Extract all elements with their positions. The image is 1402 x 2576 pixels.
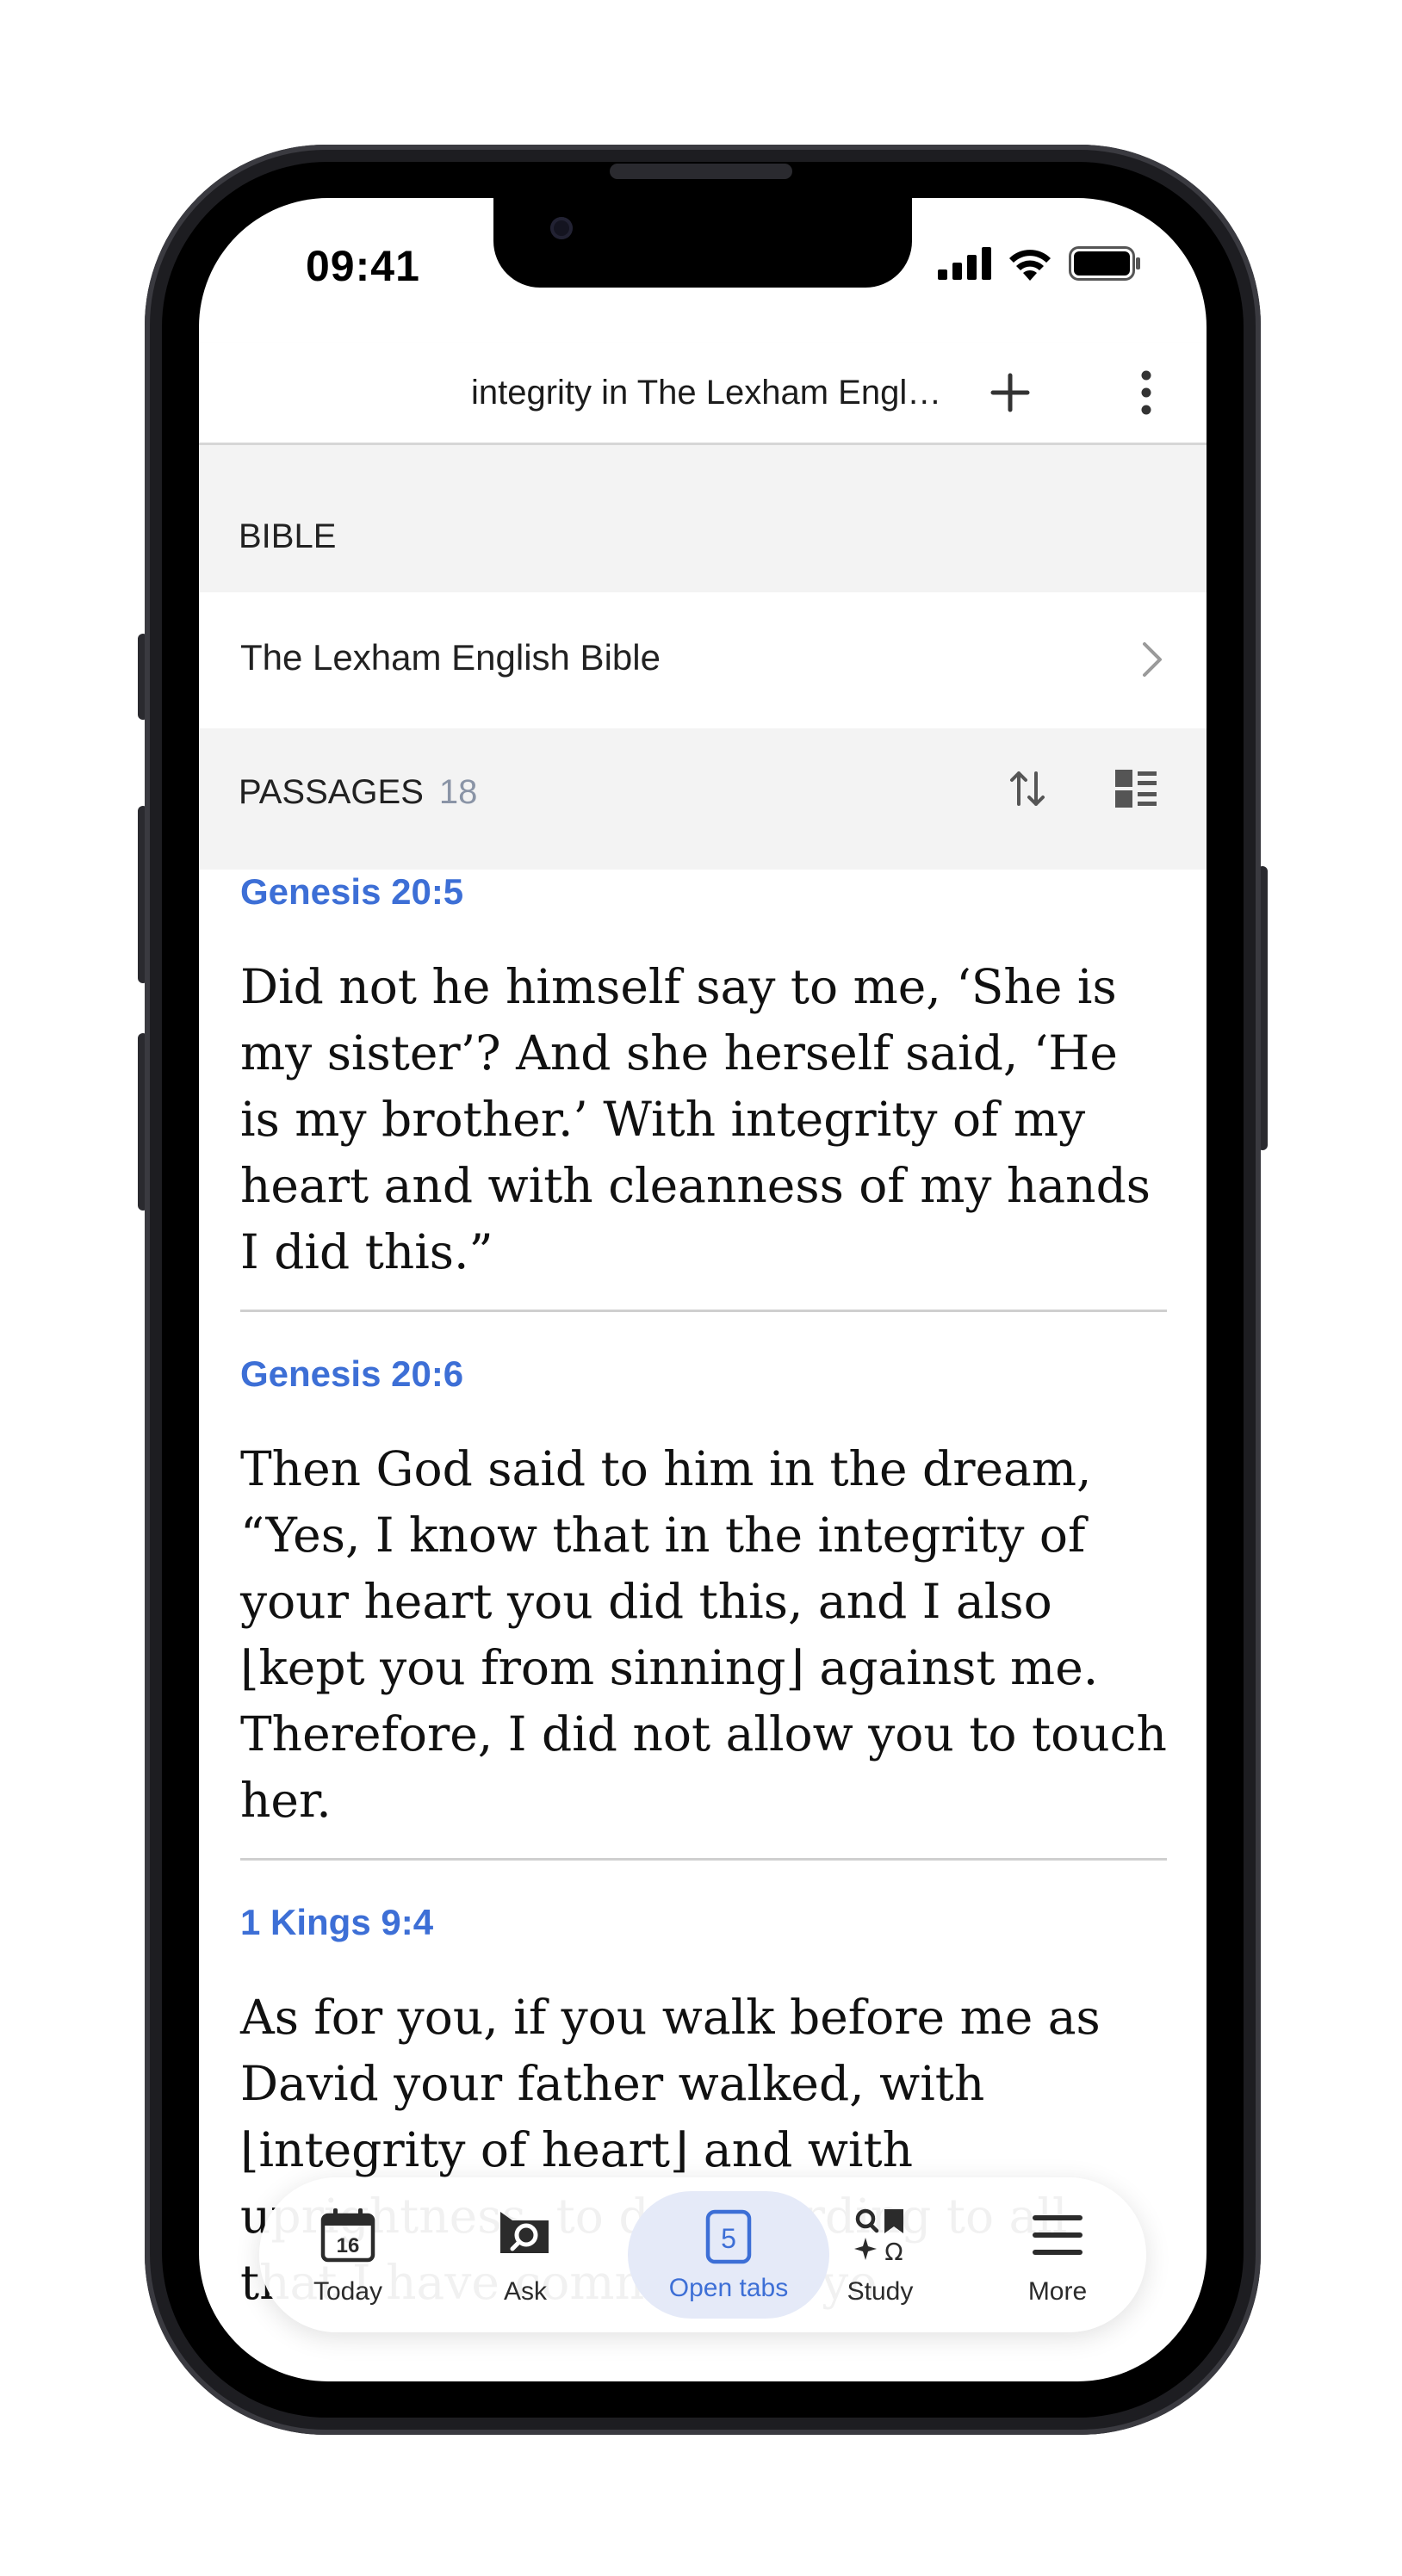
bottom-nav: 16 Today Ask 5 Open tabs Ω Study More xyxy=(259,2177,1146,2332)
screen: 09:41 integrity in The Lexham Engl… BIBL… xyxy=(199,198,1207,2381)
bible-section-label: BIBLE xyxy=(239,517,337,555)
passages-count: 18 xyxy=(438,773,478,811)
sort-icon[interactable] xyxy=(1003,765,1052,813)
battery-icon xyxy=(1069,246,1140,281)
notch xyxy=(493,198,912,288)
calendar-icon: 16 xyxy=(320,2208,375,2263)
passage-reference[interactable]: 1 Kings 9:4 xyxy=(240,1902,1167,1943)
passages-label: PASSAGES xyxy=(239,773,424,811)
status-icons xyxy=(938,246,1141,281)
nav-ask-label: Ask xyxy=(503,2277,547,2306)
status-time: 09:41 xyxy=(306,242,420,290)
nav-today-label: Today xyxy=(313,2277,383,2306)
bible-selector[interactable]: The Lexham English Bible xyxy=(199,592,1207,728)
ask-search-icon xyxy=(500,2212,549,2253)
layout-toggle-icon[interactable] xyxy=(1112,765,1160,813)
calendar-day: 16 xyxy=(337,2234,360,2257)
passage-list: Genesis 20:5 Did not he himself say to m… xyxy=(240,871,1167,2381)
passage-reference[interactable]: Genesis 20:6 xyxy=(240,1353,1167,1395)
more-options-icon[interactable] xyxy=(1119,365,1174,420)
bible-section-header: BIBLE xyxy=(199,445,1207,592)
open-tabs-icon: 5 xyxy=(705,2209,752,2264)
wifi-icon xyxy=(1009,250,1051,281)
passages-section-label: PASSAGES 18 xyxy=(239,773,477,812)
add-icon[interactable] xyxy=(983,365,1038,420)
nav-today[interactable]: 16 Today xyxy=(259,2177,437,2332)
passage-item[interactable]: Genesis 20:5 Did not he himself say to m… xyxy=(240,871,1167,1312)
nav-more-label: More xyxy=(1027,2277,1088,2306)
camera xyxy=(550,217,573,239)
signal-icon xyxy=(938,247,991,280)
menu-icon xyxy=(1033,2215,1083,2255)
chevron-right-icon xyxy=(1143,642,1162,677)
nav-study-label: Study xyxy=(847,2277,914,2306)
top-bar: integrity in The Lexham Engl… xyxy=(199,343,1207,445)
nav-more[interactable]: More xyxy=(969,2177,1146,2332)
nav-ask[interactable]: Ask xyxy=(437,2177,614,2332)
search-title[interactable]: integrity in The Lexham Engl… xyxy=(471,374,958,412)
passage-item[interactable]: Genesis 20:6 Then God said to him in the… xyxy=(240,1353,1167,1861)
passages-section-header: PASSAGES 18 xyxy=(199,728,1207,870)
passage-text: Did not he himself say to me, ‘She is my… xyxy=(240,959,1151,1279)
earpiece-speaker xyxy=(610,164,792,179)
svg-text:Ω: Ω xyxy=(884,2238,903,2265)
bible-name: The Lexham English Bible xyxy=(240,637,661,678)
open-tabs-count: 5 xyxy=(721,2223,736,2254)
passage-reference[interactable]: Genesis 20:5 xyxy=(240,871,1167,913)
study-icon: Ω xyxy=(854,2208,903,2265)
passage-text: Then God said to him in the dream, “Yes,… xyxy=(240,1441,1167,1828)
nav-study[interactable]: Ω Study xyxy=(791,2177,969,2332)
